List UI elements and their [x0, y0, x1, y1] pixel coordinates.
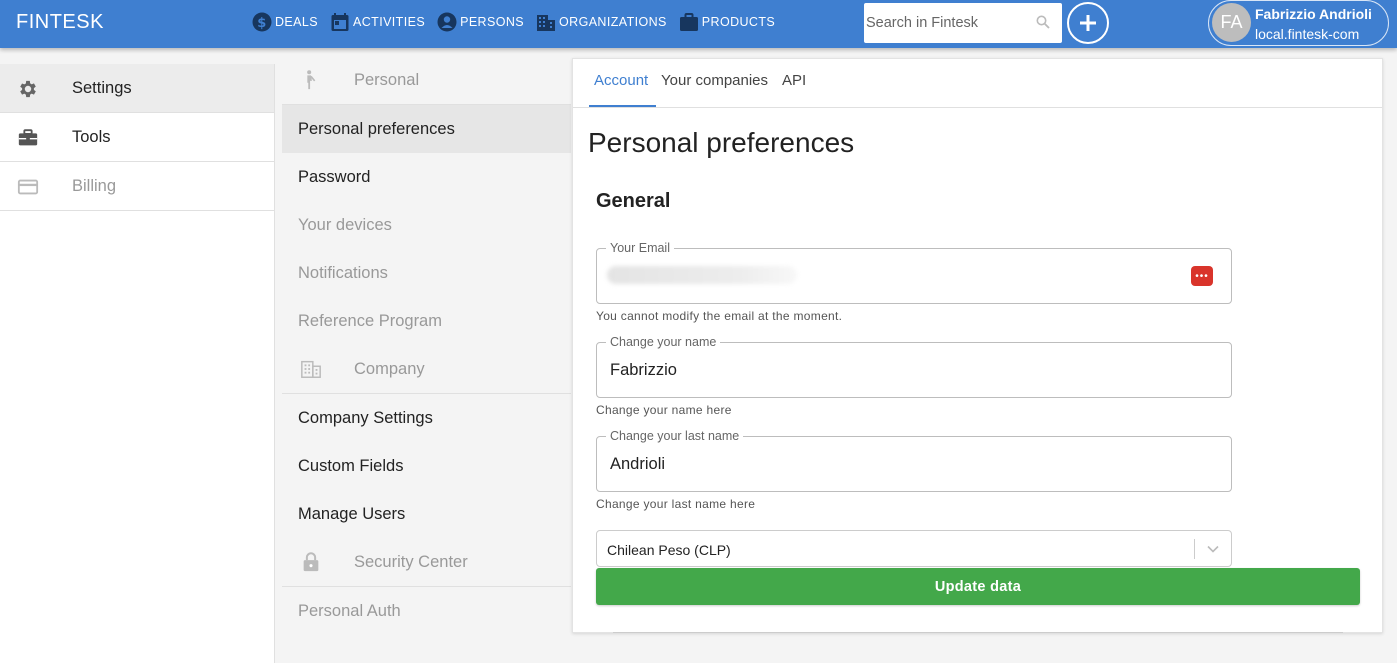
last-name-field[interactable]: Change your last name Andrioli — [596, 429, 1232, 492]
currency-select-value: Chilean Peso (CLP) — [607, 542, 731, 558]
menu-item-reference-program[interactable]: Reference Program — [282, 297, 571, 345]
section-title: General — [596, 190, 671, 212]
person-icon — [437, 12, 457, 32]
menu-item-company-settings[interactable]: Company Settings — [282, 394, 571, 442]
lock-icon — [303, 552, 319, 572]
last-name-helper-text: Change your last name here — [596, 497, 756, 511]
person-standing-icon — [307, 70, 316, 90]
email-field-label: Your Email — [606, 241, 674, 255]
dollar-icon: $ — [252, 12, 272, 32]
menu-section-personal: Personal — [282, 56, 571, 105]
last-name-value: Andrioli — [610, 455, 666, 473]
svg-text:$: $ — [257, 16, 266, 31]
tab-your-companies[interactable]: Your companies — [661, 72, 768, 89]
divider — [613, 632, 1343, 633]
tab-bar: Account Your companies API — [573, 59, 1382, 108]
first-name-field[interactable]: Change your name Fabrizzio — [596, 335, 1232, 398]
menu-item-custom-fields[interactable]: Custom Fields — [282, 442, 571, 490]
toolbox-icon — [18, 129, 38, 146]
brand-logo[interactable]: FINTESK — [16, 11, 104, 34]
sidebar-item-billing[interactable]: Billing — [0, 162, 274, 211]
user-name: Fabrizzio Andrioli — [1255, 6, 1372, 22]
select-separator — [1194, 539, 1195, 559]
nav-products[interactable]: PRODUCTS — [679, 12, 775, 32]
add-button[interactable] — [1067, 2, 1109, 44]
gear-icon — [20, 80, 36, 98]
menu-item-your-devices[interactable]: Your devices — [282, 201, 571, 249]
top-bar: FINTESK $ DEALS ACTIVITIES PERSONS ORGAN… — [0, 0, 1397, 48]
sidebar: Settings Tools Billing — [0, 64, 275, 663]
building-icon — [301, 360, 321, 378]
calendar-icon — [331, 13, 349, 31]
user-domain: local.fintesk-com — [1255, 26, 1360, 42]
tab-account[interactable]: Account — [594, 72, 648, 89]
settings-menu: Personal Personal preferences Password Y… — [282, 56, 571, 663]
plus-icon — [1080, 15, 1096, 31]
menu-section-label: Security Center — [354, 553, 468, 571]
chevron-down-icon[interactable] — [1206, 542, 1220, 556]
first-name-value: Fabrizzio — [610, 361, 677, 379]
menu-section-label: Personal — [354, 71, 420, 89]
nav-persons[interactable]: PERSONS — [437, 12, 524, 32]
nav-persons-label: PERSONS — [460, 15, 525, 29]
sidebar-item-settings[interactable]: Settings — [0, 64, 274, 113]
menu-section-security: Security Center — [282, 538, 571, 587]
menu-section-label: Company — [354, 360, 425, 378]
first-name-label: Change your name — [606, 335, 721, 349]
briefcase-icon — [679, 13, 698, 31]
update-data-button[interactable]: Update data — [596, 568, 1360, 605]
sidebar-item-label: Tools — [72, 127, 111, 146]
email-value-redacted — [607, 266, 797, 284]
search-input[interactable]: Search in Fintesk — [864, 3, 1062, 43]
nav-deals[interactable]: $ DEALS — [252, 12, 318, 32]
main-nav: $ DEALS ACTIVITIES PERSONS ORGANIZATIONS… — [252, 0, 787, 44]
page-title: Personal preferences — [588, 127, 855, 158]
nav-deals-label: DEALS — [275, 15, 318, 29]
nav-activities[interactable]: ACTIVITIES — [330, 12, 425, 32]
search-placeholder: Search in Fintesk — [866, 15, 979, 31]
nav-activities-label: ACTIVITIES — [353, 15, 426, 29]
first-name-helper-text: Change your name here — [596, 403, 732, 417]
search-icon[interactable] — [1036, 15, 1050, 29]
nav-organizations-label: ORGANIZATIONS — [559, 15, 667, 29]
menu-item-personal-preferences[interactable]: Personal preferences — [282, 105, 571, 153]
sidebar-item-label: Billing — [72, 176, 117, 195]
nav-organizations[interactable]: ORGANIZATIONS — [536, 12, 667, 32]
nav-products-label: PRODUCTS — [701, 15, 776, 29]
sidebar-item-tools[interactable]: Tools — [0, 113, 274, 162]
email-helper-text: You cannot modify the email at the momen… — [596, 309, 843, 323]
avatar: FA — [1212, 3, 1251, 42]
menu-item-notifications[interactable]: Notifications — [282, 249, 571, 297]
last-name-label: Change your last name — [606, 429, 744, 443]
currency-select[interactable]: Chilean Peso (CLP) — [596, 530, 1232, 567]
menu-item-manage-users[interactable]: Manage Users — [282, 490, 571, 538]
active-tab-indicator — [589, 105, 656, 107]
email-field[interactable]: Your Email ••• — [596, 241, 1232, 304]
menu-section-company: Company — [282, 345, 571, 394]
menu-item-personal-auth[interactable]: Personal Auth — [282, 587, 571, 635]
tab-api[interactable]: API — [782, 72, 806, 89]
content-card: Account Your companies API Personal pref… — [572, 58, 1383, 633]
menu-item-password[interactable]: Password — [282, 153, 571, 201]
sidebar-item-label: Settings — [72, 78, 132, 97]
password-manager-icon[interactable]: ••• — [1191, 266, 1213, 286]
building-icon — [537, 15, 556, 31]
user-menu[interactable]: FA Fabrizzio Andrioli local.fintesk-com — [1208, 0, 1389, 46]
credit-card-icon — [17, 179, 39, 195]
